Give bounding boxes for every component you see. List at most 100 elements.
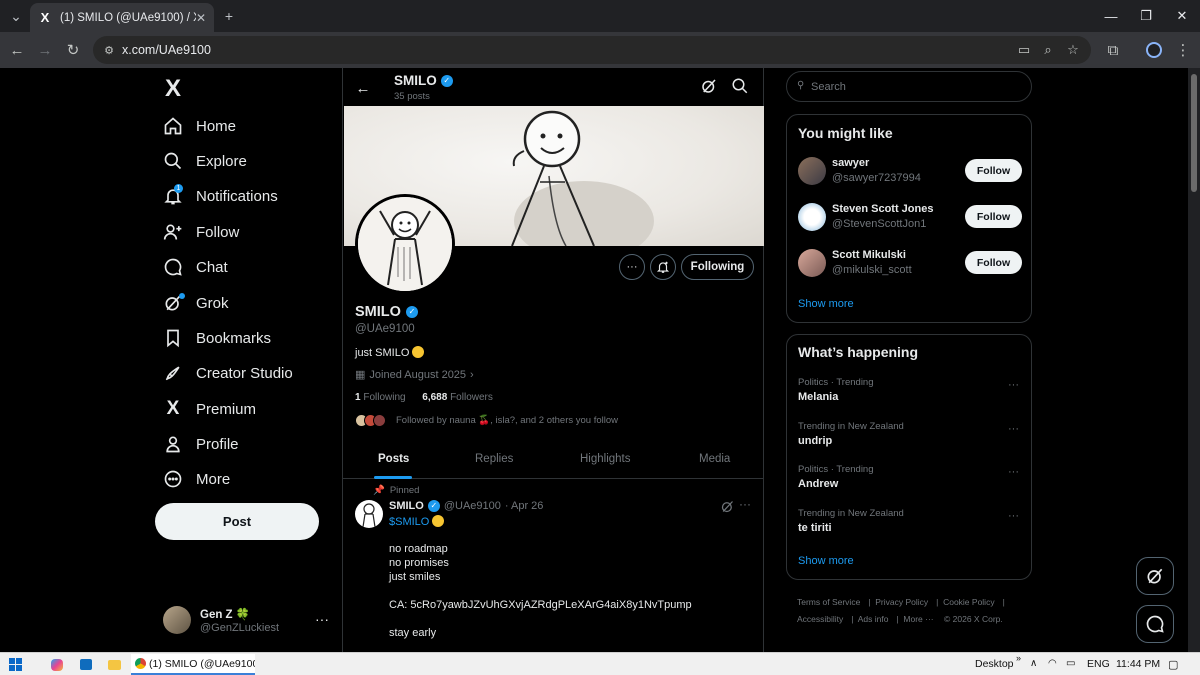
more-dots-icon[interactable]: ··· (1008, 379, 1019, 391)
followed-by[interactable]: Followed by nauna 🍒, isla?, and 2 others… (355, 414, 618, 427)
tab-search-button[interactable]: ⌄ (6, 6, 26, 26)
browser-tab[interactable]: X (1) SMILO (@UAe9100) / X ✕ (30, 3, 214, 32)
follow-button[interactable]: Follow (965, 159, 1022, 182)
follow-button[interactable]: Follow (965, 251, 1022, 274)
tab-media[interactable]: Media (699, 453, 730, 465)
copilot-icon[interactable] (48, 656, 66, 673)
footer-link[interactable]: Cookie Policy (943, 597, 995, 607)
footer-link[interactable]: Privacy Policy (875, 597, 928, 607)
trend-item[interactable]: Trending in New Zealand undrip ··· (798, 421, 1022, 451)
footer-link[interactable]: Terms of Service (797, 597, 860, 607)
avatar-drawing (358, 197, 452, 291)
tweet-avatar-drawing (362, 503, 376, 528)
x-logo-icon[interactable]: X (160, 75, 186, 102)
nav-item-profile[interactable]: Profile (162, 429, 239, 459)
grok-icon[interactable] (700, 77, 718, 95)
browser-menu-icon[interactable]: ⋮ (1172, 39, 1194, 61)
reload-icon[interactable]: ↻ (62, 39, 84, 61)
nav-item-chat[interactable]: Chat (162, 252, 228, 282)
nav-label: Profile (196, 435, 239, 453)
tweet-date[interactable]: · Apr 26 (505, 500, 544, 512)
notifications-tray-icon[interactable]: ▢ (1168, 658, 1178, 671)
suggestion-handle: @mikulski_scott (832, 264, 912, 276)
search-icon[interactable] (731, 77, 749, 95)
more-options-button[interactable]: ··· (619, 254, 645, 280)
follow-button[interactable]: Follow (965, 205, 1022, 228)
more-dots-icon[interactable]: ··· (1008, 423, 1019, 435)
store-icon[interactable] (77, 656, 95, 673)
folder-icon[interactable] (105, 656, 123, 673)
browser-tab-strip: ⌄ X (1) SMILO (@UAe9100) / X ✕ + — ❐ ✕ (0, 0, 1200, 32)
tab-posts[interactable]: Posts (378, 453, 409, 465)
more-dots-icon[interactable]: ··· (315, 611, 329, 627)
window-close-button[interactable]: ✕ (1172, 6, 1192, 26)
desktop-toolbar-label[interactable]: Desktop (975, 658, 1014, 670)
suggestion-item[interactable]: sawyer @sawyer7237994 Follow (798, 153, 1022, 189)
profile-avatar[interactable] (355, 194, 455, 294)
page-scrollbar[interactable] (1188, 68, 1200, 652)
nav-item-grok[interactable]: Grok (162, 288, 229, 318)
profile-avatar-icon[interactable] (1143, 39, 1165, 61)
show-more-link[interactable]: Show more (798, 555, 854, 567)
wifi-icon[interactable]: ◠ (1048, 658, 1057, 669)
restore-button[interactable]: ❐ (1136, 6, 1156, 26)
more-dots-icon[interactable]: ··· (1008, 510, 1019, 522)
followers-link[interactable]: 6,688 Followers (422, 392, 493, 403)
following-button[interactable]: Following (681, 254, 754, 280)
grok-icon (1147, 568, 1163, 584)
tab-replies[interactable]: Replies (475, 453, 513, 465)
language-indicator[interactable]: ENG (1087, 658, 1110, 670)
grok-fab-button[interactable] (1136, 557, 1174, 595)
footer-link[interactable]: More ··· (903, 614, 933, 624)
cast-icon[interactable]: ▭ (1015, 41, 1033, 59)
clock[interactable]: 11:44 PM (1116, 658, 1160, 670)
tray-overflow-icon[interactable]: ∧ (1030, 658, 1037, 669)
taskbar-chrome-button[interactable]: (1) SMILO (@UAe9100... (131, 654, 255, 675)
notify-bell-button[interactable] (650, 254, 676, 280)
back-arrow-icon[interactable]: ← (353, 78, 373, 98)
cashtag-link[interactable]: $SMILO (389, 516, 429, 528)
tweet-author-name[interactable]: SMILO (389, 500, 424, 512)
new-tab-button[interactable]: + (219, 6, 239, 26)
tab-close-icon[interactable]: ✕ (196, 11, 206, 25)
chat-fab-button[interactable] (1136, 605, 1174, 643)
nav-item-more[interactable]: More (162, 464, 230, 494)
account-switcher[interactable]: Gen Z 🍀 @GenZLuckiest ··· (163, 605, 333, 637)
following-link[interactable]: 1 Following (355, 392, 406, 403)
trend-item[interactable]: Politics · Trending Melania ··· (798, 377, 1022, 407)
more-dots-icon[interactable]: ··· (739, 497, 751, 511)
nav-item-bookmarks[interactable]: Bookmarks (162, 323, 271, 353)
grok-icon[interactable] (720, 499, 735, 514)
tweet-author-handle[interactable]: @UAe9100 (444, 500, 501, 512)
footer-link[interactable]: Accessibility (797, 614, 843, 624)
footer-link[interactable]: Ads info (858, 614, 889, 624)
extensions-icon[interactable]: ⧉ (1102, 39, 1124, 61)
profile-joined[interactable]: ▦ Joined August 2025 › (355, 368, 474, 382)
nav-item-explore[interactable]: Explore (162, 146, 247, 176)
trend-item[interactable]: Politics · Trending Andrew ··· (798, 464, 1022, 494)
search-input[interactable]: ⚲ Search (786, 71, 1032, 102)
minimize-button[interactable]: — (1101, 6, 1121, 26)
chevron-expand-icon[interactable]: » (1016, 653, 1021, 663)
bookmark-star-icon[interactable]: ☆ (1064, 41, 1082, 59)
more-dots-icon[interactable]: ··· (1008, 466, 1019, 478)
trend-item[interactable]: Trending in New Zealand te tiriti ··· (798, 508, 1022, 538)
zoom-icon[interactable]: ⌕ (1039, 41, 1057, 59)
suggestion-item[interactable]: Scott Mikulski @mikulski_scott Follow (798, 245, 1022, 281)
scrollbar-thumb[interactable] (1191, 74, 1197, 192)
nav-item-creator-studio[interactable]: Creator Studio (162, 358, 293, 388)
show-more-link[interactable]: Show more (798, 298, 854, 310)
suggestion-item[interactable]: Steven Scott Jones @StevenScottJon1 Foll… (798, 199, 1022, 235)
windows-start-icon[interactable] (6, 656, 24, 673)
post-button[interactable]: Post (155, 503, 319, 540)
nav-item-follow[interactable]: Follow (162, 217, 239, 247)
battery-icon[interactable]: ▭ (1066, 658, 1075, 669)
nav-item-premium[interactable]: X Premium (162, 394, 256, 424)
nav-item-home[interactable]: Home (162, 111, 236, 141)
address-bar[interactable]: ⚙ x.com/UAe9100 ▭ ⌕ ☆ (93, 36, 1091, 64)
site-settings-icon[interactable]: ⚙ (99, 40, 119, 60)
back-arrow-icon[interactable]: ← (6, 39, 28, 61)
avatar[interactable] (355, 500, 383, 528)
forward-arrow-icon[interactable]: → (34, 39, 56, 61)
tab-highlights[interactable]: Highlights (580, 453, 631, 465)
